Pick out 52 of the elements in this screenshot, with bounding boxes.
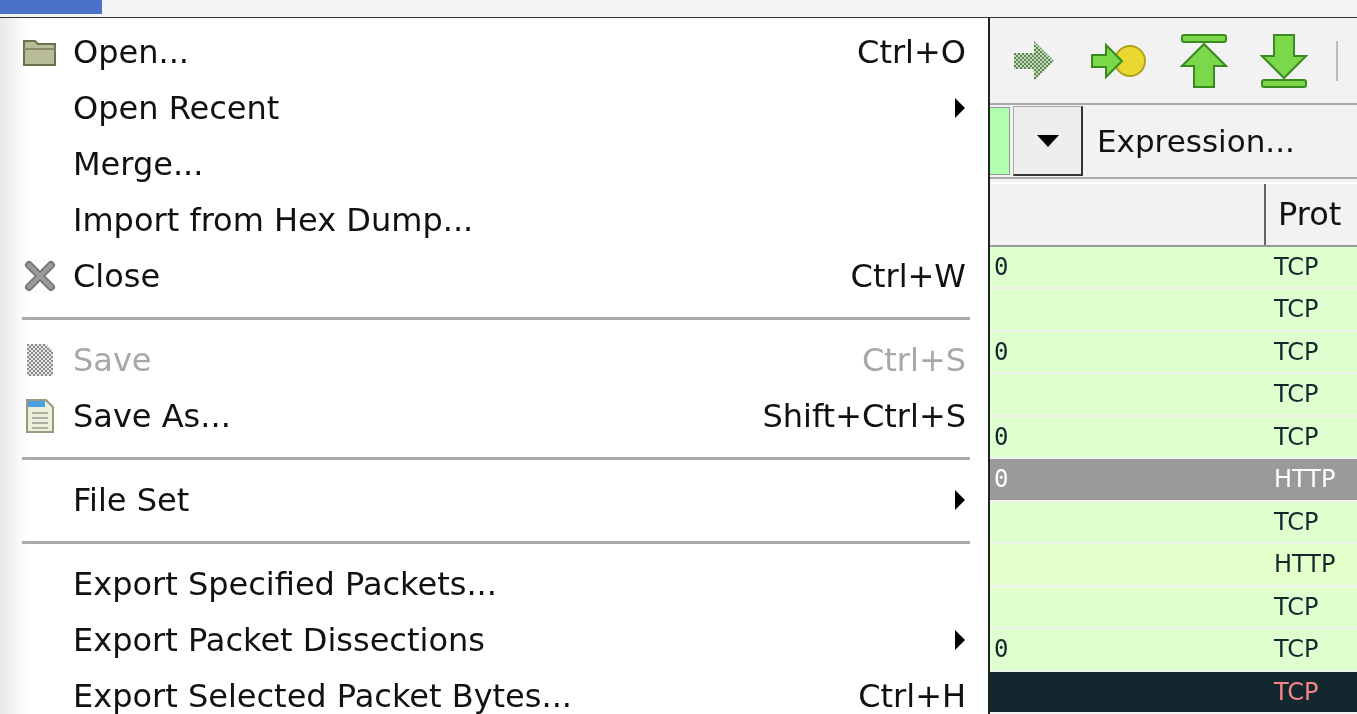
expression-button[interactable]: Expression...	[1083, 123, 1295, 160]
menu-item[interactable]: Import from Hex Dump...	[0, 192, 988, 248]
table-cell: TCP	[1274, 635, 1319, 664]
packet-row[interactable]: 0 TCP	[990, 416, 1357, 457]
packet-row[interactable]: TCP	[990, 586, 1357, 627]
dropdown-button[interactable]	[1013, 106, 1083, 177]
packet-row[interactable]: 0 TCP	[990, 629, 1357, 670]
document-icon	[24, 398, 55, 434]
menu-item[interactable]: Open... Ctrl+O	[0, 24, 988, 80]
table-cell: 0	[994, 422, 1009, 451]
menu-item[interactable]: Close Ctrl+W	[0, 248, 988, 304]
packet-row[interactable]: TCP	[990, 374, 1357, 415]
table-cell: TCP	[1274, 380, 1319, 409]
menu-item[interactable]: File Set	[0, 472, 988, 528]
table-cell: TCP	[1274, 592, 1319, 621]
packet-row[interactable]: TCP	[990, 671, 1357, 712]
caret-icon	[1036, 134, 1059, 147]
menu-item[interactable]: Merge...	[0, 136, 988, 192]
shortcut-label: Ctrl+S	[861, 341, 966, 379]
table-cell: TCP	[1274, 337, 1319, 366]
menu-item[interactable]: Save As... Shift+Ctrl+S	[0, 388, 988, 444]
menu-item[interactable]: Export Selected Packet Bytes... Ctrl+H	[0, 668, 988, 714]
shortcut-label: Ctrl+O	[857, 33, 966, 71]
table-cell: 0	[994, 252, 1009, 281]
menu-item[interactable]: Export Specified Packets...	[0, 556, 988, 612]
table-cell: TCP	[1274, 295, 1319, 324]
packet-row[interactable]: TCP	[990, 501, 1357, 542]
menu-item[interactable]: Open Recent	[0, 80, 988, 136]
table-cell: 0	[994, 635, 1009, 664]
shortcut-label: Ctrl+W	[850, 257, 966, 295]
table-cell: TCP	[1274, 422, 1319, 451]
packet-row[interactable]: 0 TCP	[990, 331, 1357, 372]
down-arrow-icon[interactable]	[1260, 32, 1308, 89]
close-icon	[22, 259, 57, 293]
table-cell: TCP	[1274, 507, 1319, 536]
table-cell: HTTP	[1274, 550, 1336, 579]
packet-row[interactable]: HTTP	[990, 544, 1357, 585]
packet-row[interactable]: 0 TCP	[990, 246, 1357, 287]
document-icon	[24, 342, 55, 378]
packet-row[interactable]: TCP	[990, 289, 1357, 330]
folder-icon	[21, 37, 58, 67]
table-cell: 0	[994, 337, 1009, 366]
shortcut-label: Ctrl+H	[858, 677, 966, 714]
shortcut-label: Shift+Ctrl+S	[762, 397, 966, 435]
up-arrow-icon[interactable]	[1180, 32, 1228, 89]
table-cell: 0	[994, 465, 1009, 494]
table-cell: TCP	[1274, 677, 1319, 706]
table-cell: TCP	[1274, 252, 1319, 281]
filter-field[interactable]	[990, 107, 1010, 176]
menu-item[interactable]: Export Packet Dissections	[0, 612, 988, 668]
table-cell: HTTP	[1274, 465, 1336, 494]
column-header[interactable]: Prot	[1266, 184, 1342, 245]
